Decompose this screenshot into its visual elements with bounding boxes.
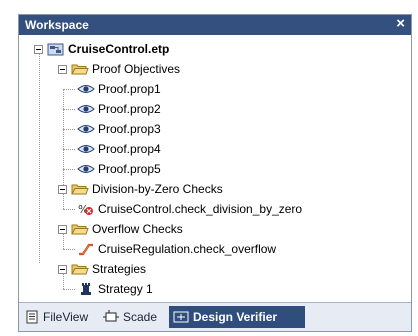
prop-label: Proof.prop2 bbox=[98, 102, 161, 116]
tree-folder-overflow-checks[interactable]: Overflow Checks bbox=[58, 219, 183, 239]
design-verifier-icon bbox=[173, 310, 189, 324]
collapse-toggle[interactable] bbox=[34, 44, 43, 54]
chess-rook-icon bbox=[77, 282, 95, 296]
collapse-toggle[interactable] bbox=[58, 224, 67, 234]
collapse-toggle[interactable] bbox=[58, 264, 67, 274]
tree-item-prop4[interactable]: Proof.prop4 bbox=[77, 139, 161, 159]
tree-item-prop5[interactable]: Proof.prop5 bbox=[77, 159, 161, 179]
tree-folder-strategies[interactable]: Strategies bbox=[58, 259, 146, 279]
scade-icon bbox=[103, 310, 119, 324]
workspace-title: Workspace bbox=[25, 18, 89, 32]
tree-connector bbox=[63, 169, 75, 170]
eye-icon bbox=[77, 102, 95, 116]
tree-connector bbox=[63, 289, 75, 290]
tree-item-prop2[interactable]: Proof.prop2 bbox=[77, 99, 161, 119]
tree-connector bbox=[63, 109, 75, 110]
check-label: CruiseRegulation.check_overflow bbox=[98, 242, 277, 256]
prop-label: Proof.prop3 bbox=[98, 122, 161, 136]
tree-connector bbox=[63, 209, 75, 210]
tab-design-verifier[interactable]: Design Verifier bbox=[169, 306, 305, 328]
eye-icon bbox=[77, 82, 95, 96]
folder-label: Strategies bbox=[92, 262, 147, 276]
file-view-icon bbox=[25, 310, 39, 324]
prop-label: Proof.prop4 bbox=[98, 142, 161, 156]
tab-scade[interactable]: Scade bbox=[99, 306, 165, 328]
prop-label: Proof.prop5 bbox=[98, 162, 161, 176]
tree-connector bbox=[63, 129, 75, 130]
tree-folder-proof-objectives[interactable]: Proof Objectives bbox=[58, 59, 180, 79]
tree-item-prop3[interactable]: Proof.prop3 bbox=[77, 119, 161, 139]
tree-item-overflow-check[interactable]: CruiseRegulation.check_overflow bbox=[77, 239, 276, 259]
tree-connector bbox=[63, 89, 64, 185]
tree-connector bbox=[39, 49, 40, 263]
workspace-panel: Workspace × CruiseControl.etp Proof Obje… bbox=[18, 14, 412, 332]
tree-item-strategy[interactable]: Strategy 1 bbox=[77, 279, 153, 299]
check-label: CruiseControl.check_division_by_zero bbox=[98, 202, 303, 216]
tree-item-prop1[interactable]: Proof.prop1 bbox=[77, 79, 161, 99]
tree-connector bbox=[63, 149, 75, 150]
project-icon bbox=[47, 42, 65, 56]
overflow-check-icon bbox=[77, 242, 95, 256]
tab-label: Design Verifier bbox=[193, 310, 278, 324]
workspace-tabs: FileView Scade Design Verifier bbox=[19, 303, 411, 331]
eye-icon bbox=[77, 122, 95, 136]
tree-folder-division-checks[interactable]: Division-by-Zero Checks bbox=[58, 179, 223, 199]
tab-label: FileView bbox=[43, 310, 89, 324]
folder-open-icon bbox=[71, 262, 89, 276]
strategy-label: Strategy 1 bbox=[98, 282, 153, 296]
tree-connector bbox=[63, 89, 75, 90]
tab-label: Scade bbox=[123, 310, 158, 324]
folder-label: Division-by-Zero Checks bbox=[92, 182, 223, 196]
tree-item-root[interactable]: CruiseControl.etp bbox=[34, 39, 169, 59]
collapse-toggle[interactable] bbox=[58, 184, 67, 194]
workspace-titlebar: Workspace × bbox=[19, 15, 411, 35]
close-icon[interactable]: × bbox=[396, 16, 405, 32]
tree-item-division-check[interactable]: % CruiseControl.check_division_by_zero bbox=[77, 199, 302, 219]
prop-label: Proof.prop1 bbox=[98, 82, 161, 96]
folder-open-icon bbox=[71, 62, 89, 76]
workspace-tree: CruiseControl.etp Proof Objectives Proof… bbox=[19, 35, 411, 303]
eye-icon bbox=[77, 162, 95, 176]
collapse-toggle[interactable] bbox=[58, 64, 67, 74]
folder-open-icon bbox=[71, 182, 89, 196]
folder-label: Overflow Checks bbox=[92, 222, 183, 236]
project-label: CruiseControl.etp bbox=[68, 42, 170, 56]
division-check-icon: % bbox=[77, 202, 95, 216]
tree-connector bbox=[63, 249, 75, 250]
eye-icon bbox=[77, 142, 95, 156]
folder-label: Proof Objectives bbox=[92, 62, 181, 76]
tab-fileview[interactable]: FileView bbox=[21, 306, 95, 328]
folder-open-icon bbox=[71, 222, 89, 236]
